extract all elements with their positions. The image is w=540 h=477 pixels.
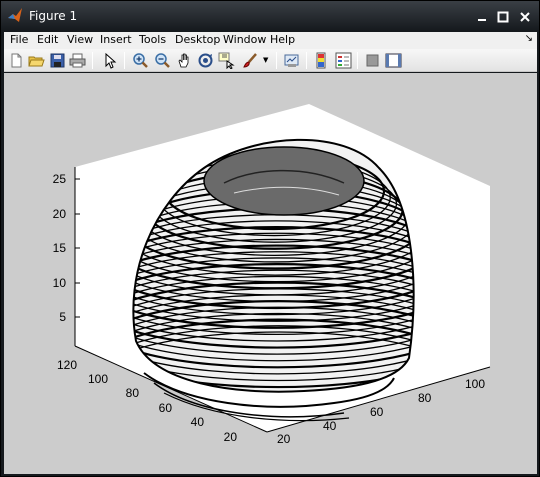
y-tick-label: 120: [57, 358, 77, 372]
figure-window: Figure 1 File Edit View Insert Tools Des…: [0, 0, 540, 477]
print-icon[interactable]: [69, 52, 86, 69]
figure-canvas[interactable]: 25 20 15 10 5 120 100 80 60 40 20 20 40 …: [4, 73, 537, 474]
dock-arrow-icon[interactable]: ↘: [525, 33, 533, 44]
link-plot-icon[interactable]: [283, 52, 300, 69]
toolbar-separator: [92, 52, 93, 69]
y-tick-label: 20: [224, 430, 238, 444]
matlab-logo-icon: [7, 7, 23, 23]
menu-help[interactable]: Help: [270, 33, 295, 46]
legend-icon[interactable]: [335, 52, 352, 69]
menu-view[interactable]: View: [67, 33, 93, 46]
minimize-button[interactable]: [471, 7, 493, 26]
toolbar-separator: [124, 52, 125, 69]
maximize-icon: [497, 11, 509, 22]
zoom-out-icon[interactable]: [154, 52, 171, 69]
x-tick-label: 100: [465, 377, 485, 391]
hide-plot-tools-icon[interactable]: [364, 52, 381, 69]
zoom-in-icon[interactable]: [132, 52, 149, 69]
toolbar-separator: [357, 52, 358, 69]
menu-bar: File Edit View Insert Tools Desktop Wind…: [4, 32, 537, 49]
x-tick-label: 80: [418, 391, 432, 405]
toolbar-separator: [276, 52, 277, 69]
z-tick-label: 5: [59, 310, 66, 324]
z-tick-label: 10: [53, 276, 67, 290]
menu-desktop[interactable]: Desktop: [175, 33, 220, 46]
close-icon: [520, 11, 530, 22]
x-tick-label: 20: [277, 432, 291, 446]
colorbar-icon[interactable]: [313, 52, 330, 69]
z-tick-label: 15: [53, 241, 67, 255]
toolbar-separator: [306, 52, 307, 69]
y-tick-label: 100: [88, 372, 108, 386]
minimize-icon: [478, 18, 486, 21]
show-plot-tools-icon[interactable]: [385, 52, 402, 69]
pan-hand-icon[interactable]: [176, 52, 193, 69]
menu-insert[interactable]: Insert: [100, 33, 132, 46]
maximize-button[interactable]: [492, 7, 514, 26]
edit-plot-arrow-icon[interactable]: [102, 52, 119, 69]
z-tick-label: 25: [53, 172, 67, 186]
title-bar[interactable]: Figure 1: [1, 1, 539, 32]
open-file-icon[interactable]: [28, 52, 45, 69]
z-tick-label: 20: [53, 207, 67, 221]
save-icon[interactable]: [49, 52, 66, 69]
surface-plot[interactable]: 25 20 15 10 5 120 100 80 60 40 20 20 40 …: [4, 73, 537, 474]
data-cursor-icon[interactable]: [218, 52, 235, 69]
y-tick-label: 40: [191, 415, 205, 429]
menu-window[interactable]: Window: [223, 33, 266, 46]
y-tick-label: 80: [126, 386, 140, 400]
new-figure-icon[interactable]: [8, 52, 25, 69]
x-tick-label: 60: [370, 405, 384, 419]
brush-icon[interactable]: [242, 52, 259, 69]
y-tick-label: 60: [159, 401, 173, 415]
menu-file[interactable]: File: [10, 33, 28, 46]
menu-edit[interactable]: Edit: [37, 33, 58, 46]
menu-tools[interactable]: Tools: [139, 33, 166, 46]
close-button[interactable]: [513, 7, 537, 26]
window-title: Figure 1: [29, 9, 78, 23]
brush-dropdown-icon[interactable]: ▼: [263, 56, 268, 64]
z-tick-labels: 25 20 15 10 5: [53, 172, 67, 324]
rotate-3d-icon[interactable]: [197, 52, 214, 69]
figure-toolbar: ▼: [4, 49, 537, 72]
x-tick-label: 40: [323, 419, 337, 433]
